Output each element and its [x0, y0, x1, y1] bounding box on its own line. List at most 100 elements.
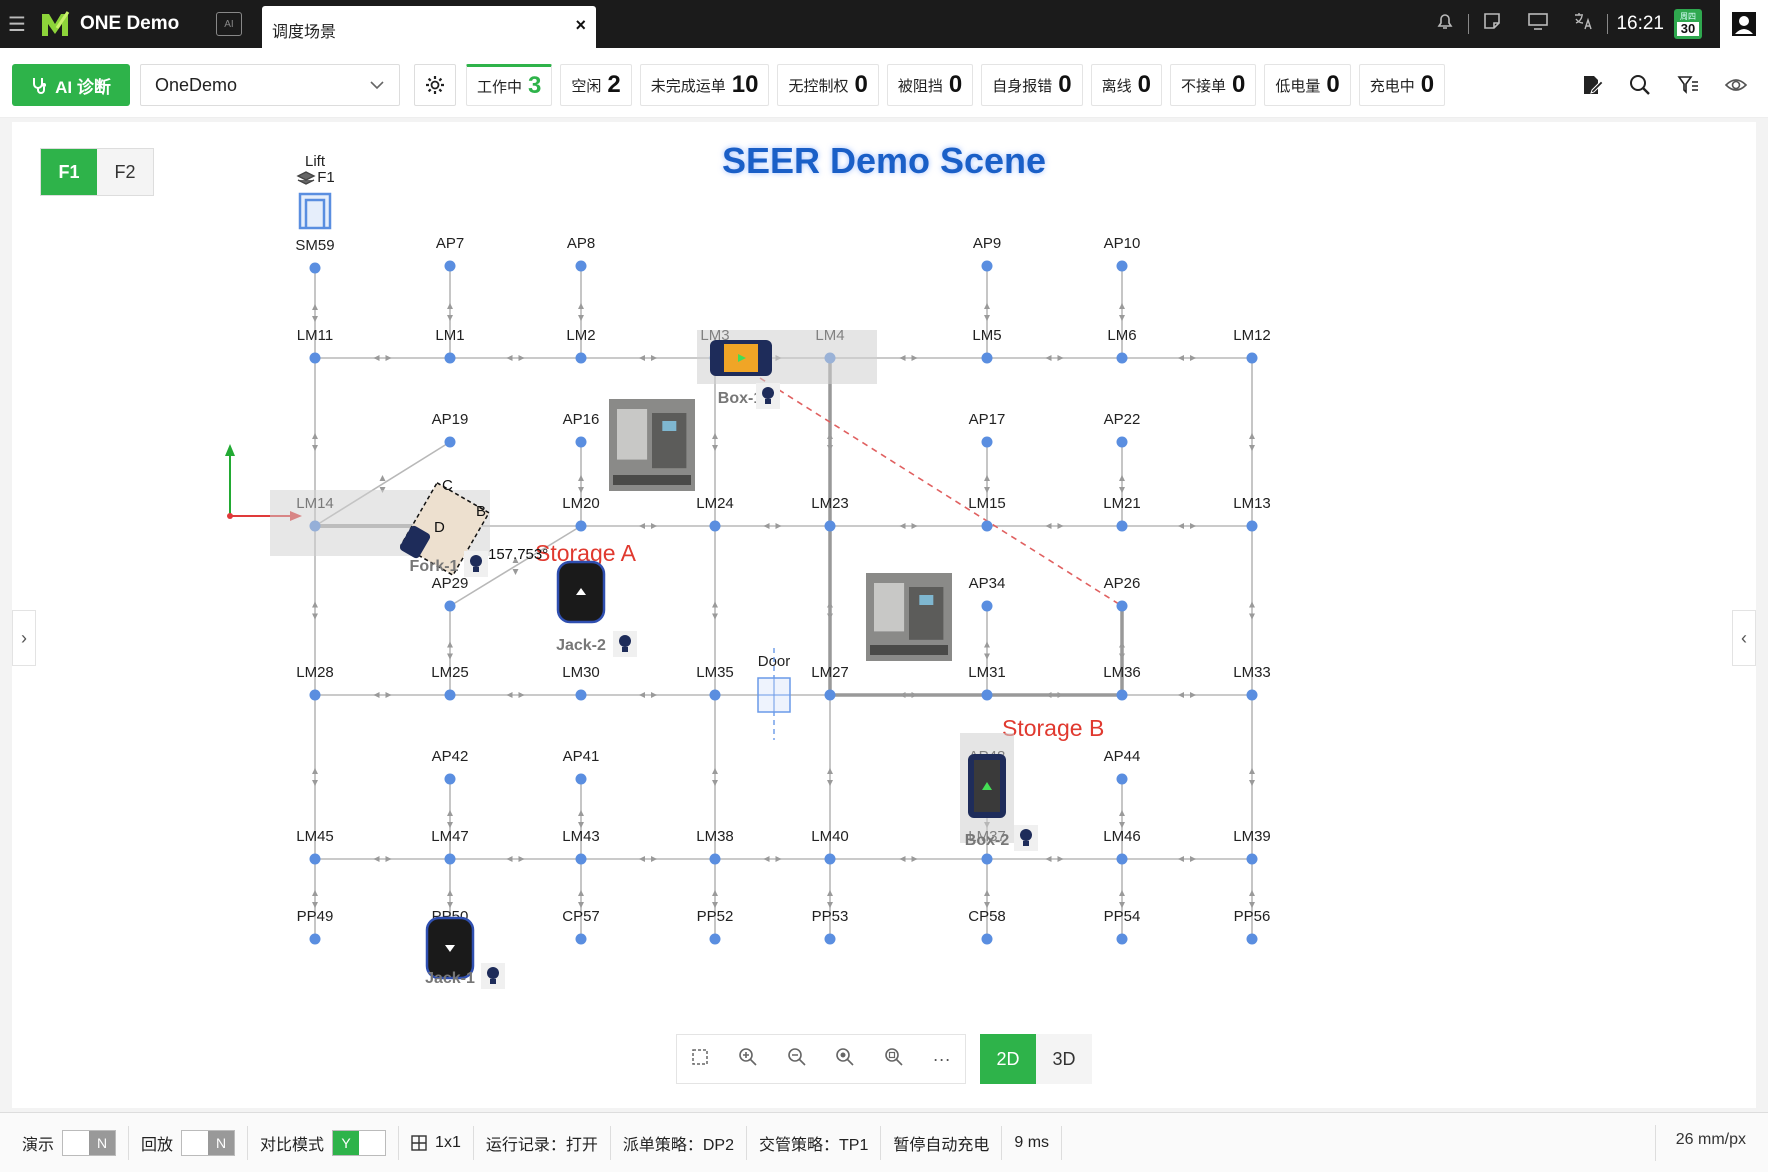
map-point-sm59[interactable]: SM59: [295, 237, 335, 274]
visibility-button[interactable]: [1712, 64, 1760, 106]
point-marker[interactable]: [1246, 933, 1258, 945]
point-marker[interactable]: [575, 352, 587, 364]
pause-auto-charge[interactable]: 暂停自动充电: [881, 1125, 1003, 1160]
point-marker[interactable]: [309, 933, 321, 945]
point-marker[interactable]: [575, 933, 587, 945]
point-marker[interactable]: [709, 933, 721, 945]
map-point-ap42[interactable]: AP42: [432, 748, 469, 785]
point-marker[interactable]: [444, 436, 456, 448]
status-filter-chip[interactable]: 低电量 0: [1264, 64, 1351, 106]
lightbulb-icon[interactable]: [1014, 825, 1038, 851]
status-filter-chip[interactable]: 不接单 0: [1169, 64, 1257, 106]
view-2d-button[interactable]: 2D: [980, 1034, 1036, 1084]
map-point-ap29[interactable]: AP29: [432, 575, 469, 612]
monitor-icon[interactable]: [1515, 11, 1561, 37]
zoom-in-icon[interactable]: [738, 1047, 758, 1072]
point-marker[interactable]: [1246, 689, 1258, 701]
close-icon[interactable]: ×: [575, 15, 586, 36]
point-marker[interactable]: [709, 520, 721, 532]
run-log[interactable]: 运行记录：打开: [474, 1125, 611, 1160]
lightbulb-icon[interactable]: [756, 383, 780, 409]
replay-toggle[interactable]: N: [181, 1129, 236, 1156]
status-filter-chip[interactable]: 未完成运单 10: [639, 64, 770, 106]
translate-icon[interactable]: [1561, 11, 1607, 37]
point-marker[interactable]: [1116, 689, 1128, 701]
point-marker[interactable]: [981, 260, 993, 272]
point-marker[interactable]: [1116, 773, 1128, 785]
point-marker[interactable]: [444, 260, 456, 272]
status-filter-chip[interactable]: 无控制权 0: [777, 64, 879, 106]
point-marker[interactable]: [824, 689, 836, 701]
point-marker[interactable]: [444, 352, 456, 364]
zoom-out-icon[interactable]: [787, 1047, 807, 1072]
bell-icon[interactable]: [1422, 11, 1468, 37]
point-marker[interactable]: [709, 689, 721, 701]
status-filter-chip[interactable]: 空闲 2: [560, 64, 632, 106]
point-marker[interactable]: [981, 352, 993, 364]
point-marker[interactable]: [575, 520, 587, 532]
point-marker[interactable]: [1116, 260, 1128, 272]
status-filter-chip[interactable]: 自身报错 0: [981, 64, 1083, 106]
point-marker[interactable]: [309, 352, 321, 364]
map-point-ap8[interactable]: AP8: [567, 235, 595, 272]
dispatch-policy[interactable]: 派单策略：DP2: [611, 1125, 747, 1160]
point-marker[interactable]: [981, 436, 993, 448]
door[interactable]: Door: [757, 648, 791, 740]
map-graph[interactable]: SM59AP7AP8AP9AP10LM11LM1LM2LM3LM4LM5LM6L…: [0, 118, 1768, 1112]
robot-fork-1[interactable]: C B D Fork-1: [270, 477, 491, 577]
map-point-ap16[interactable]: AP16: [563, 411, 600, 448]
expand-left-panel-button[interactable]: ›: [12, 610, 36, 666]
robot-box-1[interactable]: Box-1: [697, 330, 877, 409]
map-point-ap22[interactable]: AP22: [1104, 411, 1141, 448]
point-marker[interactable]: [1116, 853, 1128, 865]
menu-icon[interactable]: ☰: [0, 0, 34, 48]
point-marker[interactable]: [1116, 933, 1128, 945]
grid-setting[interactable]: 1x1: [399, 1125, 474, 1160]
expand-right-panel-button[interactable]: ‹: [1732, 610, 1756, 666]
robot-box-2[interactable]: Box-2: [960, 733, 1038, 851]
lightbulb-icon[interactable]: [613, 631, 637, 657]
zoom-reset-icon[interactable]: [884, 1047, 904, 1072]
point-marker[interactable]: [981, 520, 993, 532]
map-point-ap7[interactable]: AP7: [436, 235, 464, 272]
filter-button[interactable]: [1664, 64, 1712, 106]
map-point-ap9[interactable]: AP9: [973, 235, 1001, 272]
map-point-ap19[interactable]: AP19: [432, 411, 469, 448]
robot-jack-2[interactable]: Jack-2: [556, 560, 637, 657]
point-marker[interactable]: [1116, 600, 1128, 612]
map-point-ap41[interactable]: AP41: [563, 748, 600, 785]
status-filter-chip[interactable]: 离线 0: [1090, 64, 1162, 106]
point-marker[interactable]: [444, 853, 456, 865]
point-marker[interactable]: [444, 773, 456, 785]
map-point-ap34[interactable]: AP34: [969, 575, 1006, 612]
point-marker[interactable]: [1116, 436, 1128, 448]
tab-dispatch-scene[interactable]: 调度场景 ×: [262, 6, 596, 48]
point-marker[interactable]: [824, 520, 836, 532]
status-filter-chip[interactable]: 充电中 0: [1358, 64, 1446, 106]
floor-tab-f2[interactable]: F2: [97, 149, 153, 195]
point-marker[interactable]: [981, 853, 993, 865]
point-marker[interactable]: [575, 689, 587, 701]
point-marker[interactable]: [309, 262, 321, 274]
map-point-ap10[interactable]: AP10: [1104, 235, 1141, 272]
map-point-ap26[interactable]: AP26: [1104, 575, 1141, 612]
settings-button[interactable]: [414, 64, 456, 106]
box-select-icon[interactable]: [691, 1048, 709, 1071]
floor-tab-f1[interactable]: F1: [41, 149, 97, 195]
status-filter-chip[interactable]: 工作中 3: [466, 64, 553, 106]
point-marker[interactable]: [575, 436, 587, 448]
point-marker[interactable]: [1246, 520, 1258, 532]
traffic-policy[interactable]: 交管策略：TP1: [747, 1125, 882, 1160]
lightbulb-icon[interactable]: [464, 551, 488, 577]
demo-toggle[interactable]: N: [62, 1129, 117, 1156]
point-marker[interactable]: [709, 853, 721, 865]
point-marker[interactable]: [981, 933, 993, 945]
lightbulb-icon[interactable]: [481, 963, 505, 989]
map-point-ap44[interactable]: AP44: [1104, 748, 1141, 785]
point-marker[interactable]: [575, 853, 587, 865]
point-marker[interactable]: [824, 933, 836, 945]
user-avatar-icon[interactable]: [1720, 0, 1768, 48]
search-button[interactable]: [1616, 64, 1664, 106]
point-marker[interactable]: [1116, 352, 1128, 364]
point-marker[interactable]: [1246, 352, 1258, 364]
